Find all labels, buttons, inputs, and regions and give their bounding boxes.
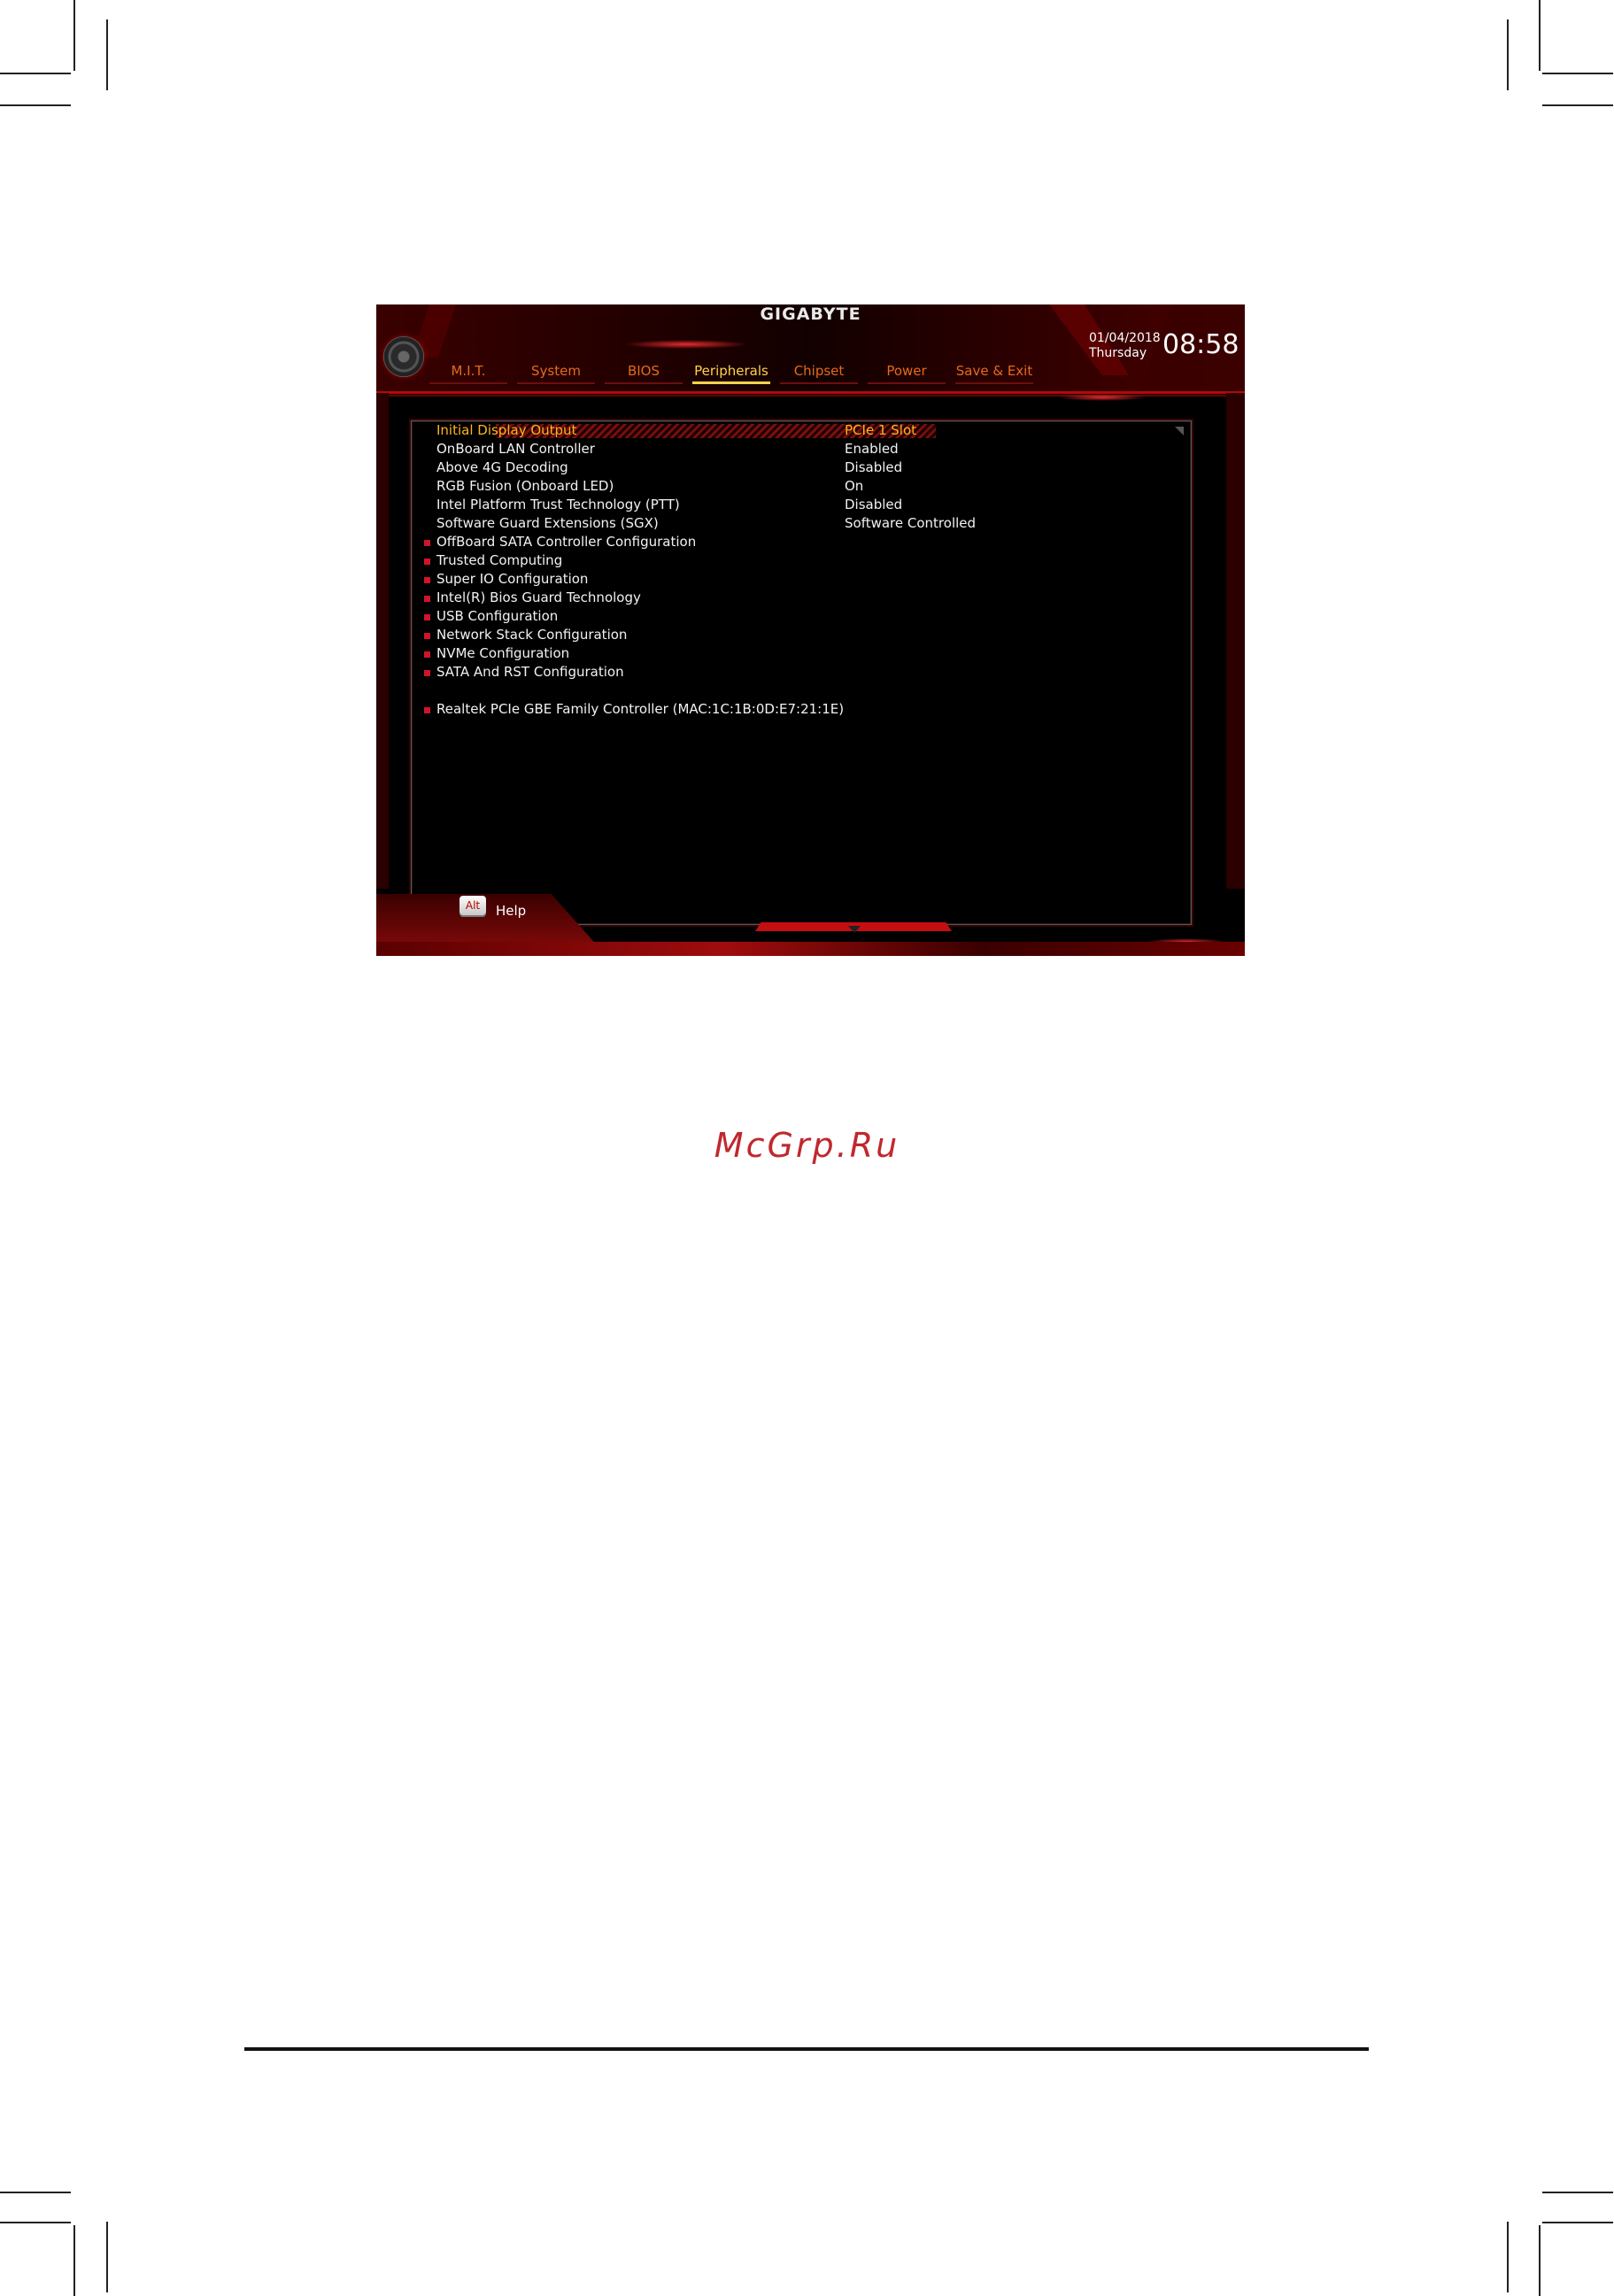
submenu-bullet-icon: [424, 651, 430, 658]
submenu-label: USB Configuration: [436, 608, 559, 624]
submenu-bullet-icon: [424, 540, 430, 546]
bios-screen: GIGABYTE M.I.T. System BIOS Peripherals …: [376, 304, 1245, 956]
crop-mark: [73, 2225, 75, 2296]
crop-mark: [1542, 73, 1613, 74]
tab-system[interactable]: System: [517, 363, 595, 384]
crop-mark: [0, 2192, 71, 2193]
crop-mark: [1542, 104, 1613, 106]
page-divider: [244, 2047, 1369, 2051]
submenu-bullet-icon: [424, 707, 430, 713]
submenu-bullet-icon: [424, 559, 430, 565]
crop-mark: [1542, 2192, 1613, 2193]
setting-value[interactable]: Disabled: [845, 458, 902, 477]
submenu-label: Super IO Configuration: [436, 571, 589, 587]
submenu-bullet-icon: [424, 670, 430, 676]
corner-marker: [1175, 427, 1184, 435]
alt-key-icon[interactable]: Alt: [459, 896, 486, 915]
setting-label: Above 4G Decoding: [436, 459, 568, 475]
date-text: 01/04/2018: [1089, 331, 1161, 345]
gear-icon[interactable]: [383, 336, 424, 377]
setting-value[interactable]: Disabled: [845, 496, 902, 514]
submenu-bullet-icon: [424, 577, 430, 583]
crop-mark: [1507, 2222, 1509, 2292]
submenu-label: Realtek PCIe GBE Family Controller (MAC:…: [436, 701, 845, 717]
tab-peripherals[interactable]: Peripherals: [692, 363, 770, 384]
setting-value[interactable]: Enabled: [845, 440, 899, 458]
setting-value[interactable]: Software Controlled: [845, 514, 976, 533]
setting-label: RGB Fusion (Onboard LED): [436, 478, 614, 494]
crop-mark: [1542, 2222, 1613, 2223]
weekday-text: Thursday: [1089, 346, 1147, 360]
settings-panel: Initial Display Output PCIe 1 Slot OnBoa…: [411, 420, 1192, 925]
watermark-text: McGrp.Ru: [714, 1126, 900, 1165]
submenu-label: Trusted Computing: [436, 552, 563, 568]
bottom-decor-strip: [376, 942, 1245, 956]
tab-chipset[interactable]: Chipset: [780, 363, 858, 384]
tab-save-exit[interactable]: Save & Exit: [955, 363, 1033, 384]
setting-label: Software Guard Extensions (SGX): [436, 515, 659, 531]
crop-mark: [0, 73, 71, 74]
tab-bios[interactable]: BIOS: [605, 363, 683, 384]
date-display: 01/04/2018 Thursday: [1089, 331, 1161, 361]
setting-value[interactable]: PCIe 1 Slot: [845, 421, 916, 440]
submenu-bullet-icon: [424, 614, 430, 620]
submenu-label: SATA And RST Configuration: [436, 664, 624, 680]
setting-label: OnBoard LAN Controller: [436, 441, 595, 457]
chevron-down-icon[interactable]: [848, 926, 861, 933]
submenu-label: Intel(R) Bios Guard Technology: [436, 589, 641, 605]
submenu-bullet-icon: [424, 633, 430, 639]
tab-mit[interactable]: M.I.T.: [429, 363, 507, 384]
submenu-label: Network Stack Configuration: [436, 627, 628, 643]
help-label[interactable]: Help: [496, 903, 526, 919]
crop-mark: [1539, 2225, 1541, 2296]
crop-mark: [106, 19, 108, 90]
setting-label: Initial Display Output: [436, 422, 577, 438]
crop-mark: [1507, 19, 1509, 90]
crop-mark: [1539, 0, 1541, 71]
tab-power[interactable]: Power: [868, 363, 946, 384]
clock-display: 08:58: [1162, 329, 1239, 360]
submenu-label: OffBoard SATA Controller Configuration: [436, 534, 697, 550]
crop-mark: [0, 104, 71, 106]
setting-value[interactable]: On: [845, 477, 863, 496]
crop-mark: [0, 2222, 71, 2223]
brand-logo: GIGABYTE: [760, 304, 861, 324]
submenu-bullet-icon: [424, 596, 430, 602]
crop-mark: [73, 0, 75, 71]
crop-mark: [106, 2222, 108, 2292]
submenu-label: NVMe Configuration: [436, 645, 570, 661]
setting-label: Intel Platform Trust Technology (PTT): [436, 497, 680, 512]
